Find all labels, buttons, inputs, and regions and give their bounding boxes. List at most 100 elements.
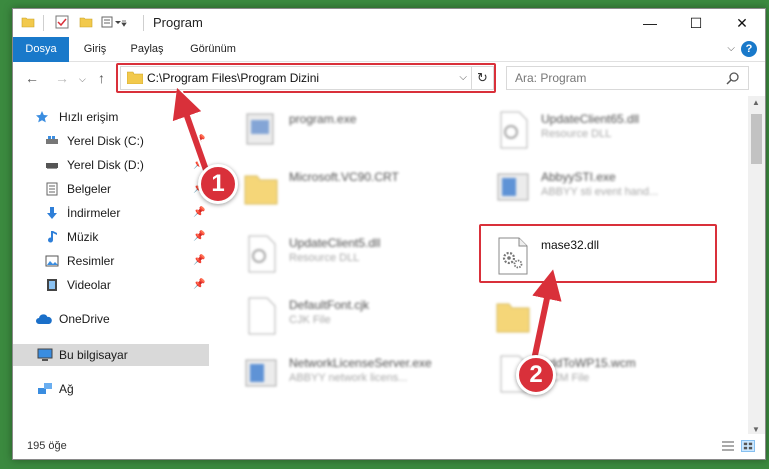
file-name: program.exe xyxy=(289,112,357,126)
file-name: AbbyySTI.exe xyxy=(541,170,616,184)
exe-icon xyxy=(246,113,274,145)
search-input[interactable]: Ara: Program xyxy=(506,66,749,90)
file-type: Resource DLL xyxy=(541,128,612,140)
up-arrow-icon[interactable]: ↑ xyxy=(98,70,105,86)
vertical-scrollbar[interactable]: ▲ ▼ xyxy=(748,96,765,436)
recent-locations-chevron-icon[interactable]: ⌵ xyxy=(79,74,86,85)
scroll-up-icon[interactable]: ▲ xyxy=(752,98,760,107)
sidebar-item-quick-access[interactable]: Hızlı erişim xyxy=(13,106,209,128)
customize-qat-icon[interactable] xyxy=(101,15,127,29)
sidebar-item-videos[interactable]: Videolar 📌 xyxy=(13,274,209,296)
scroll-down-icon[interactable]: ▼ xyxy=(752,425,760,434)
tab-home[interactable]: Giriş xyxy=(77,37,113,62)
cloud-icon xyxy=(36,314,52,324)
sidebar-item-music[interactable]: Müzik 📌 xyxy=(13,226,209,248)
maximize-icon: ☐ xyxy=(689,14,703,31)
sidebar-item-label: Yerel Disk (C:) xyxy=(67,134,144,148)
expand-ribbon-icon[interactable]: ⌵ xyxy=(727,43,735,54)
tab-view[interactable]: Görünüm xyxy=(185,37,241,62)
minimize-icon: — xyxy=(643,15,657,31)
file-icon xyxy=(248,297,276,335)
sidebar-item-pictures[interactable]: Resimler 📌 xyxy=(13,250,209,272)
close-button[interactable]: ✕ xyxy=(719,9,765,37)
drive-icon xyxy=(46,136,58,144)
drive-icon xyxy=(46,163,58,169)
pin-icon[interactable]: 📌 xyxy=(193,279,205,290)
sidebar-item-disk-d[interactable]: Yerel Disk (D:) 📌 xyxy=(13,154,209,176)
folder-icon[interactable] xyxy=(21,15,35,29)
sidebar-item-label: Hızlı erişim xyxy=(59,110,119,124)
properties-check-icon[interactable] xyxy=(55,15,69,29)
help-icon[interactable]: ? xyxy=(741,41,757,57)
close-icon: ✕ xyxy=(736,14,748,31)
sidebar-item-label: Belgeler xyxy=(67,182,112,196)
network-icon xyxy=(38,383,52,394)
music-icon xyxy=(48,231,57,243)
sidebar-item-label: OneDrive xyxy=(59,312,110,326)
sidebar-item-documents[interactable]: Belgeler 📌 xyxy=(13,178,209,200)
file-type: CJK File xyxy=(289,314,331,326)
sidebar-item-label: Ağ xyxy=(59,382,74,396)
file-item[interactable]: NetworkLicenseServer.exe ABBYY network l… xyxy=(243,348,479,404)
address-highlight-box xyxy=(116,63,496,93)
sidebar-item-label: Yerel Disk (D:) xyxy=(67,158,144,172)
file-name: NetworkLicenseServer.exe xyxy=(289,356,432,370)
navigation-pane: Hızlı erişim Yerel Disk (C:) 📌 Yerel Dis… xyxy=(13,96,209,436)
step-badge-2: 2 xyxy=(516,355,556,395)
folder-icon xyxy=(244,175,278,205)
file-type: Resource DLL xyxy=(289,252,360,264)
item-count: 195 öğe xyxy=(27,440,67,452)
tab-share[interactable]: Paylaş xyxy=(125,37,169,62)
large-icons-view-icon[interactable] xyxy=(741,440,755,452)
sidebar-item-this-pc[interactable]: Bu bilgisayar xyxy=(13,344,209,366)
pin-icon[interactable]: 📌 xyxy=(193,135,205,146)
exe-icon xyxy=(497,173,529,201)
details-view-icon[interactable] xyxy=(721,440,735,452)
star-icon xyxy=(36,111,48,123)
back-arrow-icon[interactable]: ← xyxy=(25,70,39,86)
divider xyxy=(143,15,144,31)
sidebar-item-network[interactable]: Ağ xyxy=(13,378,209,400)
scrollbar-thumb[interactable] xyxy=(751,114,762,164)
ribbon-tabs: Dosya Giriş Paylaş Görünüm ⌵ ? xyxy=(13,37,765,62)
folder-icon xyxy=(496,303,530,333)
minimize-button[interactable]: — xyxy=(627,9,673,37)
file-type: ABBYY sti event hand... xyxy=(541,186,659,198)
computer-icon xyxy=(37,348,53,361)
file-item[interactable]: AbbyySTI.exe ABBYY sti event hand... xyxy=(495,162,731,218)
sidebar-item-downloads[interactable]: İndirmeler 📌 xyxy=(13,202,209,224)
file-item[interactable]: program.exe xyxy=(243,104,479,160)
file-name: Microsoft.VC90.CRT xyxy=(289,170,399,184)
exe-icon xyxy=(245,359,277,387)
file-item[interactable]: UpdateClient5.dll Resource DLL xyxy=(243,228,479,284)
title-bar: Program — ☐ ✕ xyxy=(13,9,765,37)
file-name: DefaultFont.cjk xyxy=(289,298,370,312)
sidebar-item-label: Bu bilgisayar xyxy=(59,348,128,362)
step-badge-1: 1 xyxy=(198,164,238,204)
file-item[interactable]: DefaultFont.cjk CJK File xyxy=(243,290,479,346)
pin-icon[interactable]: 📌 xyxy=(193,255,205,266)
pictures-icon xyxy=(45,255,59,267)
pin-icon[interactable]: 📌 xyxy=(193,207,205,218)
sidebar-item-label: Resimler xyxy=(67,254,115,268)
download-icon xyxy=(47,207,57,219)
videos-icon xyxy=(47,279,57,291)
tab-file[interactable]: Dosya xyxy=(13,37,69,62)
file-name: UpdateClient5.dll xyxy=(289,236,381,250)
file-name: AddToWP15.wcm xyxy=(541,356,636,370)
new-folder-icon[interactable] xyxy=(79,15,93,29)
dll-icon xyxy=(248,235,276,273)
maximize-button[interactable]: ☐ xyxy=(673,9,719,37)
dll-icon xyxy=(500,111,528,149)
window-title: Program xyxy=(153,15,203,30)
file-item[interactable] xyxy=(495,290,731,346)
sidebar-item-onedrive[interactable]: OneDrive xyxy=(13,308,209,330)
status-bar: 195 öğe xyxy=(13,434,765,459)
pin-icon[interactable]: 📌 xyxy=(193,231,205,242)
sidebar-item-disk-c[interactable]: Yerel Disk (C:) 📌 xyxy=(13,130,209,152)
sidebar-item-label: İndirmeler xyxy=(67,206,121,220)
forward-arrow-icon[interactable]: → xyxy=(55,70,69,86)
file-item[interactable]: Microsoft.VC90.CRT xyxy=(243,162,479,218)
sidebar-item-label: Müzik xyxy=(67,230,99,244)
file-item[interactable]: UpdateClient65.dll Resource DLL xyxy=(495,104,731,160)
